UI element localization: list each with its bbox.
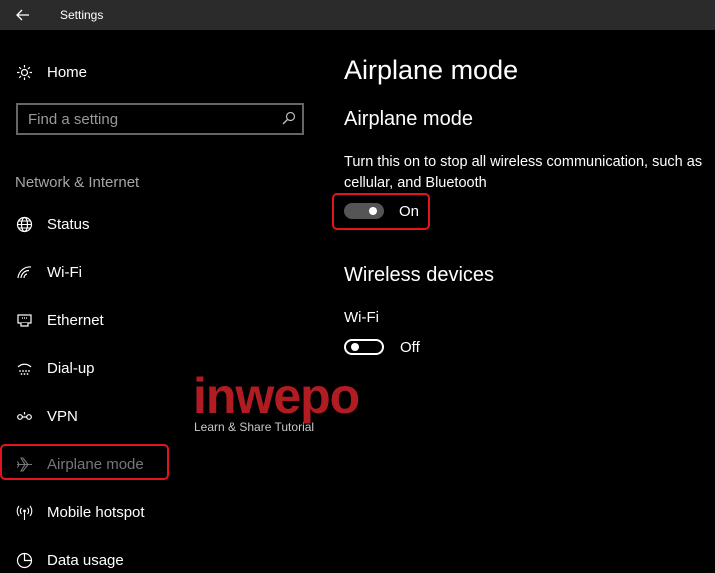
title-bar: Settings (0, 0, 715, 30)
wifi-toggle-label: Off (400, 339, 420, 356)
sidebar-item-label: Dial-up (47, 359, 95, 377)
airplane-mode-highlight-box (0, 444, 169, 480)
ethernet-icon (15, 311, 33, 329)
sidebar: Home Network & Internet Status (0, 30, 330, 569)
page-title: Airplane mode (344, 55, 519, 85)
back-button[interactable] (0, 0, 46, 30)
sidebar-item-ethernet[interactable]: Ethernet (15, 307, 315, 333)
watermark-tagline: Learn & Share Tutorial (194, 420, 315, 434)
sidebar-item-status[interactable]: Status (15, 211, 315, 237)
airplane-toggle-highlight-box (332, 193, 430, 230)
search-input[interactable] (18, 105, 268, 133)
watermark-brand: inwepo (193, 368, 360, 424)
wifi-device-label: Wi-Fi (344, 309, 379, 326)
search-box[interactable] (16, 103, 304, 135)
sidebar-item-label: Wi-Fi (47, 263, 82, 281)
sidebar-item-wifi[interactable]: Wi-Fi (15, 259, 315, 285)
sidebar-item-label: Mobile hotspot (47, 503, 145, 521)
main-content: Airplane mode Airplane mode Turn this on… (330, 30, 715, 560)
toggle-knob (351, 343, 359, 351)
sidebar-item-label: VPN (47, 407, 78, 425)
globe-icon (15, 215, 33, 233)
watermark: inwepo Learn & Share Tutorial (193, 368, 393, 438)
vpn-icon (15, 407, 33, 425)
dialup-icon (15, 359, 33, 377)
data-usage-icon (15, 551, 33, 569)
window-title: Settings (60, 8, 104, 22)
wifi-toggle[interactable] (344, 339, 384, 355)
section-header: Network & Internet (15, 174, 140, 191)
gear-icon (15, 63, 33, 81)
sidebar-item-mobile-hotspot[interactable]: Mobile hotspot (15, 499, 315, 525)
sidebar-item-label: Home (47, 63, 88, 81)
wifi-icon (15, 263, 33, 281)
airplane-mode-heading: Airplane mode (344, 108, 473, 130)
airplane-mode-description: Turn this on to stop all wireless commun… (344, 154, 703, 191)
sidebar-item-label: Status (47, 215, 90, 233)
sidebar-item-home[interactable]: Home (15, 59, 315, 85)
wireless-devices-heading: Wireless devices (344, 264, 495, 286)
sidebar-item-data-usage[interactable]: Data usage (15, 547, 315, 573)
search-icon[interactable] (282, 111, 296, 130)
hotspot-icon (15, 503, 33, 521)
sidebar-item-label: Ethernet (47, 311, 104, 329)
sidebar-item-label: Data usage (47, 551, 124, 569)
back-arrow-icon (16, 9, 29, 21)
